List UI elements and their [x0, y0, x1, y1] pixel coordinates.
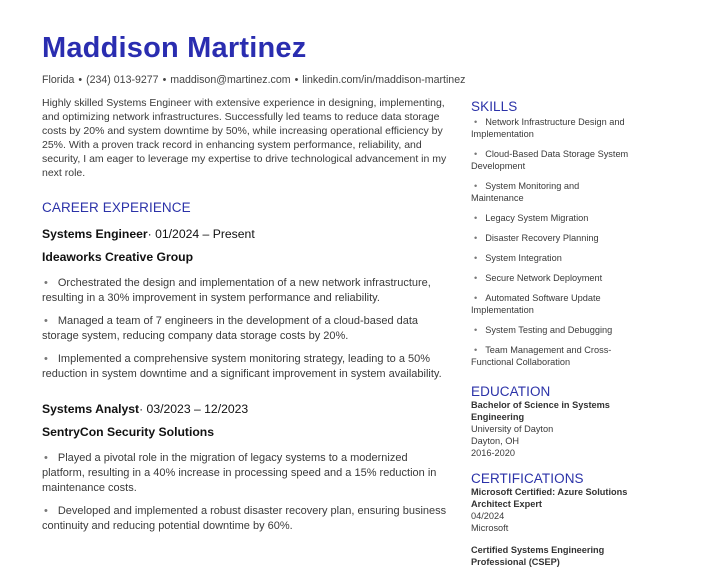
bullet-icon: •: [44, 277, 48, 289]
bullet-icon: •: [44, 452, 48, 464]
bullet-text: Implemented a comprehensive system monit…: [42, 353, 442, 380]
skill-text: Cloud-Based Data Storage System Developm…: [471, 149, 629, 171]
bullet-icon: •: [474, 253, 478, 263]
contact-line: Florida • (234) 013-9277 • maddison@martinez…: [42, 74, 465, 86]
bullet-text: Played a pivotal role in the migration o…: [42, 452, 437, 494]
bullet-icon: •: [44, 353, 48, 365]
education-school: University of Dayton: [471, 424, 554, 434]
separator: •: [162, 74, 167, 86]
certification-name: Microsoft Certified: Azure Solutions Arc…: [471, 487, 628, 509]
education-location: Dayton, OH: [471, 436, 519, 446]
email-link[interactable]: maddison@martinez.com: [170, 74, 290, 86]
bullet-icon: •: [44, 505, 48, 517]
bullet-icon: •: [474, 181, 478, 191]
bullet-icon: •: [474, 117, 478, 127]
education-years: 2016-2020: [471, 448, 515, 458]
skill-item: • Team Management and Cross-Functional Co…: [471, 344, 631, 368]
company-name: Ideaworks Creative Group: [42, 250, 194, 264]
skill-item: • Secure Network Deployment: [471, 272, 631, 284]
skills-list: • Network Infrastructure Design and Imple…: [471, 116, 631, 368]
job-bullets: • Orchestrated the design and implementat…: [42, 276, 447, 382]
job-role: Systems Analyst: [42, 402, 140, 416]
skill-item: • Automated Software Update Implementatio…: [471, 292, 631, 316]
job-bullet: • Developed and implemented a robust disa…: [42, 504, 447, 534]
bullet-text: Orchestrated the design and implementati…: [42, 277, 431, 304]
certification-date: 04/2024: [471, 511, 505, 521]
skill-text: System Testing and Debugging: [485, 325, 613, 335]
summary: Highly skilled Systems Engineer with ext…: [42, 97, 447, 179]
job-entry: Systems Engineer· 01/2024 – Present Idea…: [42, 227, 447, 382]
certifications-heading: CERTIFICATIONS: [471, 471, 584, 486]
bullet-icon: •: [474, 325, 478, 335]
certification-entry: Microsoft Certified: Azure Solutions Arc…: [471, 486, 631, 534]
job-dates: · 03/2023 – 12/2023: [139, 402, 249, 416]
phone: (234) 013-9277: [86, 74, 159, 86]
location: Florida: [42, 74, 75, 86]
bullet-icon: •: [44, 315, 48, 327]
bullet-icon: •: [474, 293, 478, 303]
linkedin-link[interactable]: linkedin.com/in/maddison-martinez: [302, 74, 465, 86]
skill-item: • Legacy System Migration: [471, 212, 631, 224]
bullet-icon: •: [474, 345, 478, 355]
skill-text: Disaster Recovery Planning: [485, 233, 599, 243]
skill-item: • Network Infrastructure Design and Imple…: [471, 116, 631, 140]
bullet-icon: •: [474, 233, 478, 243]
job-title-line: Systems Engineer· 01/2024 – Present: [42, 227, 447, 241]
skill-item: • System Monitoring and Maintenance: [471, 180, 631, 204]
main-column: Highly skilled Systems Engineer with ext…: [42, 96, 447, 542]
skill-text: Secure Network Deployment: [485, 273, 603, 283]
job-bullet: • Managed a team of 7 engineers in the de…: [42, 314, 447, 344]
skill-text: Automated Software Update Implementation: [471, 293, 601, 315]
job-role: Systems Engineer: [42, 227, 148, 241]
bullet-icon: •: [474, 213, 478, 223]
job-entry: Systems Analyst· 03/2023 – 12/2023 Sentr…: [42, 402, 447, 534]
skills-heading: SKILLS: [471, 99, 518, 114]
certification-issuer: Microsoft: [471, 523, 509, 533]
company-name: SentryCon Security Solutions: [42, 425, 215, 439]
separator: •: [294, 74, 299, 86]
bullet-icon: •: [474, 149, 478, 159]
bullet-text: Developed and implemented a robust disas…: [42, 505, 447, 532]
job-bullet: • Implemented a comprehensive system moni…: [42, 352, 447, 382]
skill-text: Network Infrastructure Design and Implem…: [471, 117, 625, 139]
sidebar-column: SKILLS • Network Infrastructure Design an…: [471, 99, 631, 578]
skill-text: System Integration: [485, 253, 562, 263]
skill-item: • System Integration: [471, 252, 631, 264]
job-bullets: • Played a pivotal role in the migration …: [42, 451, 447, 534]
certification-entry: Certified Systems Engineering Profession…: [471, 544, 631, 568]
career-experience-heading: CAREER EXPERIENCE: [42, 200, 191, 215]
skill-item: • Cloud-Based Data Storage System Develop…: [471, 148, 631, 172]
skill-text: Legacy System Migration: [485, 213, 589, 223]
skill-text: System Monitoring and Maintenance: [471, 181, 580, 203]
bullet-icon: •: [474, 273, 478, 283]
skill-text: Team Management and Cross-Functional Col…: [471, 345, 612, 367]
skill-item: • System Testing and Debugging: [471, 324, 631, 336]
skill-item: • Disaster Recovery Planning: [471, 232, 631, 244]
education-degree: Bachelor of Science in Systems Engineeri…: [471, 400, 610, 422]
candidate-name: Maddison Martinez: [42, 32, 307, 64]
job-bullet: • Played a pivotal role in the migration …: [42, 451, 447, 496]
job-dates: · 01/2024 – Present: [147, 227, 255, 241]
job-bullet: • Orchestrated the design and implementat…: [42, 276, 447, 306]
education-heading: EDUCATION: [471, 384, 551, 399]
separator: •: [78, 74, 83, 86]
job-title-line: Systems Analyst· 03/2023 – 12/2023: [42, 402, 447, 416]
bullet-text: Managed a team of 7 engineers in the dev…: [42, 315, 419, 342]
certification-name: Certified Systems Engineering Profession…: [471, 545, 605, 567]
